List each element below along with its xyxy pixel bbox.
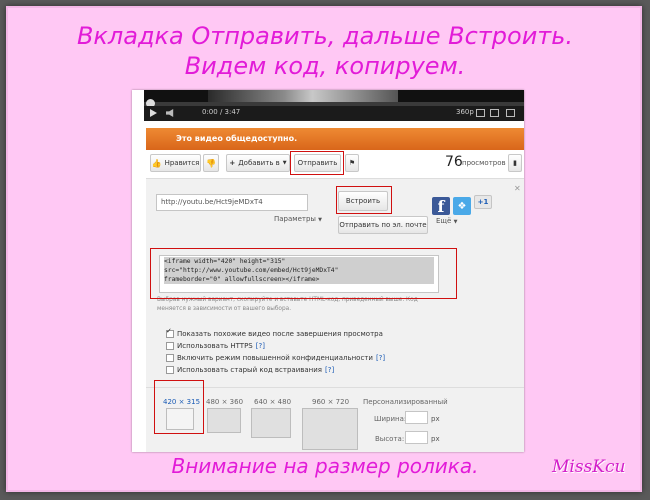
quality-button[interactable]: 360p <box>456 108 474 116</box>
stats-button[interactable]: ▮ <box>508 154 522 172</box>
width-input[interactable] <box>405 411 428 424</box>
chevron-down-icon: ▼ <box>453 219 458 225</box>
like-label: Нравится <box>164 159 200 167</box>
thumb-up-icon: 👍 <box>151 158 162 168</box>
add-to-button[interactable]: + Добавить в ▼ <box>226 154 290 172</box>
flag-button[interactable]: ⚑ <box>345 154 359 172</box>
email-button[interactable]: Отправить по эл. почте <box>338 216 428 234</box>
size-label-640[interactable]: 640 × 480 <box>254 398 291 406</box>
views-label: просмотров <box>462 159 506 167</box>
height-input[interactable] <box>405 431 428 444</box>
help-link[interactable]: [?] <box>376 354 385 362</box>
popout-icon[interactable] <box>476 109 485 117</box>
size-option-480[interactable] <box>207 408 241 433</box>
google-plus-button[interactable]: +1 <box>474 195 492 209</box>
option-label: Использовать HTTPS <box>177 342 253 350</box>
option-label: Показать похожие видео после завершения … <box>177 330 383 338</box>
size-label-960[interactable]: 960 × 720 <box>312 398 349 406</box>
height-label: Высота: <box>375 435 405 443</box>
public-notice-text: Это видео общедоступно. <box>176 134 298 143</box>
highlight-size <box>154 380 204 434</box>
option-https[interactable]: Использовать HTTPS [?] <box>166 342 265 350</box>
params-link[interactable]: Параметры ▼ <box>274 215 322 223</box>
option-label: Использовать старый код встраивания <box>177 366 323 374</box>
option-related[interactable]: Показать похожие видео после завершения … <box>166 327 383 338</box>
width-unit: px <box>431 415 440 423</box>
checkbox[interactable] <box>166 354 174 362</box>
checkbox[interactable] <box>166 342 174 350</box>
views-count: 76 <box>445 154 463 170</box>
highlight-code <box>150 248 457 299</box>
time-display: 0:00 / 3:47 <box>202 108 241 116</box>
option-old-code[interactable]: Использовать старый код встраивания [?] <box>166 366 334 374</box>
plus-icon: + <box>229 159 236 167</box>
add-to-label: Добавить в <box>238 159 280 167</box>
fullscreen-icon[interactable] <box>506 109 515 117</box>
help-link[interactable]: [?] <box>256 342 265 350</box>
twitter-icon[interactable]: ❖ <box>453 197 471 215</box>
size-option-960[interactable] <box>302 408 358 450</box>
thumb-down-icon: 👎 <box>206 158 216 168</box>
facebook-icon[interactable]: f <box>432 197 450 216</box>
play-icon[interactable] <box>150 109 157 117</box>
size-option-640[interactable] <box>251 408 291 438</box>
checkbox[interactable] <box>166 366 174 374</box>
video-frame <box>208 90 398 102</box>
caption-line-1: Вкладка Отправить, дальше Встроить. <box>76 22 574 50</box>
close-icon[interactable]: ✕ <box>514 184 521 193</box>
video-player[interactable]: 0:00 / 3:47 360p <box>144 90 524 121</box>
size-label-480[interactable]: 480 × 360 <box>206 398 243 406</box>
caption-line-2: Видем код, копируем. <box>184 52 466 80</box>
chevron-down-icon: ▼ <box>318 217 323 223</box>
flag-icon: ⚑ <box>348 159 356 167</box>
params-label: Параметры <box>274 215 316 223</box>
email-label: Отправить по эл. почте <box>339 221 427 229</box>
more-label: Ещё <box>436 217 452 225</box>
widescreen-icon[interactable] <box>490 109 499 117</box>
option-label: Включить режим повышенной конфиденциальн… <box>177 354 373 362</box>
checkbox[interactable] <box>166 327 174 338</box>
highlight-share <box>290 151 344 175</box>
height-unit: px <box>431 435 440 443</box>
volume-icon[interactable] <box>166 109 174 117</box>
option-privacy[interactable]: Включить режим повышенной конфиденциальн… <box>166 354 385 362</box>
custom-size-label: Персонализированный <box>363 398 448 406</box>
width-label: Ширина: <box>374 415 407 423</box>
highlight-embed <box>336 186 392 214</box>
more-link[interactable]: Ещё ▼ <box>436 217 457 225</box>
player-controls: 0:00 / 3:47 360p <box>144 106 524 121</box>
signature: MissKcu <box>552 457 626 477</box>
help-link[interactable]: [?] <box>325 366 334 374</box>
dislike-button[interactable]: 👎 <box>203 154 219 172</box>
chevron-down-icon: ▼ <box>282 160 287 166</box>
like-button[interactable]: 👍 Нравится <box>150 154 201 172</box>
youtube-screenshot: 0:00 / 3:47 360p Это видео общедоступно.… <box>132 90 524 452</box>
public-notice-bar: Это видео общедоступно. <box>146 128 524 150</box>
share-url-field[interactable]: http://youtu.be/Hct9jeMDxT4 <box>156 194 308 211</box>
stats-icon: ▮ <box>513 159 517 167</box>
